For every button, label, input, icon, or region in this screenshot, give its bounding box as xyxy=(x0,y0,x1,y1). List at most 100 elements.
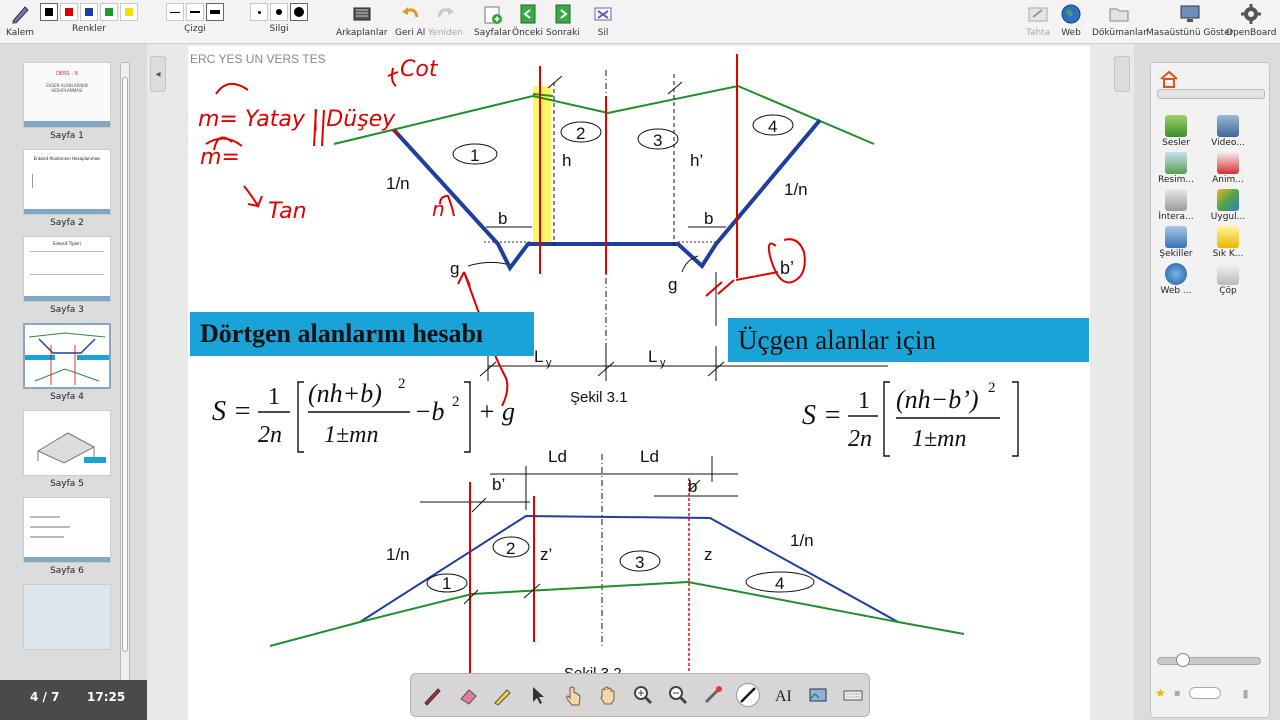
page-thumbnail-1[interactable]: DERS - 8 EKSEN ALANLARININ HESAPLANMASI xyxy=(23,62,111,128)
page-thumbnail-7[interactable] xyxy=(23,584,111,650)
library-videos[interactable]: Video... xyxy=(1209,115,1247,148)
fig2-slope-right: 1/n xyxy=(790,531,814,550)
formula2-den: 2n xyxy=(848,426,872,452)
color-red-button[interactable] xyxy=(60,3,78,21)
line-tool-button[interactable] xyxy=(736,683,760,707)
thumbnail-size-slider[interactable] xyxy=(1157,653,1261,667)
laser-pointer-button[interactable] xyxy=(701,683,725,707)
text-icon: AI xyxy=(775,688,792,705)
formula2-num: 1 xyxy=(858,388,870,414)
text-tool-button[interactable]: AI xyxy=(771,683,795,707)
fig2-area-2: 2 xyxy=(506,539,515,558)
page-thumbnail-3[interactable]: Enkesit Tipleri xyxy=(23,236,111,302)
handwriting-m-equals: m= xyxy=(200,145,240,170)
undo-button[interactable]: Geri Al xyxy=(395,3,425,38)
library-favorites[interactable]: Sık K... xyxy=(1209,226,1247,259)
thumbnails-scrollbar[interactable] xyxy=(120,62,130,682)
fig1-g-left: g xyxy=(450,259,459,278)
pages-panel: DERS - 8 EKSEN ALANLARININ HESAPLANMASI … xyxy=(0,44,147,720)
pen-tool-button[interactable] xyxy=(421,683,445,707)
board-button[interactable]: Tahta xyxy=(1026,3,1050,38)
eraser-medium-button[interactable] xyxy=(270,3,288,21)
fig1-g-right: g xyxy=(668,275,677,294)
marker-tool-button[interactable] xyxy=(491,683,515,707)
previous-page-button[interactable]: Önceki xyxy=(512,3,543,38)
color-blue-button[interactable] xyxy=(80,3,98,21)
delete-button[interactable]: Sil xyxy=(592,3,614,38)
formula1-num: 1 xyxy=(268,384,280,410)
library-applications[interactable]: Uygul... xyxy=(1209,189,1247,222)
show-desktop-button[interactable]: Masaüstünü Göster xyxy=(1146,3,1233,38)
triangle-areas-title: Üçgen alanlar için xyxy=(728,318,1089,362)
eraser-large-button[interactable] xyxy=(290,3,308,21)
page-thumbnails: DERS - 8 EKSEN ALANLARININ HESAPLANMASI … xyxy=(17,62,117,720)
line-label: Çizgi xyxy=(184,24,206,34)
undo-label: Geri Al xyxy=(395,28,426,38)
hand-tool-button[interactable] xyxy=(596,683,620,707)
collapse-left-panel-button[interactable]: ◂ xyxy=(150,56,166,92)
next-page-icon xyxy=(552,3,574,25)
color-black-button[interactable] xyxy=(40,3,58,21)
eraser-icon xyxy=(460,689,477,705)
zoom-in-button[interactable] xyxy=(631,683,655,707)
openboard-menu-button[interactable]: OpenBoard xyxy=(1226,3,1277,38)
redo-icon xyxy=(435,3,457,25)
web-button[interactable]: Web xyxy=(1060,3,1082,38)
handwriting-cot: Cot xyxy=(400,57,439,82)
virtual-keyboard-button[interactable] xyxy=(841,683,865,707)
capture-tool-button[interactable] xyxy=(806,683,830,707)
formula1-power: 2 xyxy=(398,376,406,392)
board-canvas[interactable]: ERC YES UN VERS TES 1 2 3 4 1/n 1/n b b … xyxy=(188,46,1090,720)
selector-tool-button[interactable] xyxy=(526,683,550,707)
library-animations[interactable]: Anim... xyxy=(1209,152,1247,185)
library-search-input[interactable] xyxy=(1188,687,1221,699)
pages-button[interactable]: Sayfalar xyxy=(474,3,511,38)
slider-knob[interactable] xyxy=(1176,653,1190,667)
library-scrollbar[interactable] xyxy=(1157,89,1265,99)
pen-tool[interactable]: Kalem xyxy=(6,3,34,38)
line-medium-button[interactable] xyxy=(186,3,204,21)
fig1-area-1: 1 xyxy=(470,146,479,165)
interact-tool-button[interactable] xyxy=(561,683,585,707)
fig1-ly-right-sub: y xyxy=(660,357,666,369)
library-sounds[interactable]: Sesler xyxy=(1157,115,1195,148)
eraser-small-button[interactable] xyxy=(250,3,268,21)
new-folder-icon[interactable]: ▪ xyxy=(1174,688,1181,699)
documents-button[interactable]: Dökümanlar xyxy=(1092,3,1147,38)
zoom-out-button[interactable] xyxy=(666,683,690,707)
formula2-power: 2 xyxy=(988,380,996,396)
color-green-button[interactable] xyxy=(100,3,118,21)
library-shapes[interactable]: Şekiller xyxy=(1157,226,1195,259)
page-thumbnail-5[interactable] xyxy=(23,410,111,476)
line-thick-button[interactable] xyxy=(206,3,224,21)
fig2-z: z xyxy=(704,545,713,564)
thumbnails-scrollbar-thumb[interactable] xyxy=(122,77,128,652)
sounds-icon xyxy=(1165,115,1187,137)
collapse-right-panel-button[interactable] xyxy=(1114,56,1130,92)
formula2-inner-den: 1±mn xyxy=(912,426,967,452)
page-label-1: Sayfa 1 xyxy=(50,131,84,141)
page-thumbnail-4[interactable] xyxy=(23,323,111,389)
line-thin-button[interactable] xyxy=(166,3,184,21)
library-images[interactable]: Resim... xyxy=(1157,152,1195,185)
fig1-area-2: 2 xyxy=(576,124,585,143)
next-page-button[interactable]: Sonraki xyxy=(546,3,580,38)
undo-icon xyxy=(399,3,421,25)
handwriting-n: n xyxy=(432,197,445,221)
library-interactive[interactable]: İntera... xyxy=(1157,189,1195,222)
page-thumbnail-2[interactable]: Enkesit Alanlarının Hesaplanması xyxy=(23,149,111,215)
backgrounds-button[interactable]: Arkaplanlar xyxy=(336,3,388,38)
fig2-area-1: 1 xyxy=(442,574,451,593)
interactive-icon xyxy=(1165,189,1187,211)
color-yellow-button[interactable] xyxy=(120,3,138,21)
library-web[interactable]: Web ... xyxy=(1157,263,1195,296)
favorite-star-icon[interactable]: ★ xyxy=(1155,686,1166,700)
eraser-tool-button[interactable] xyxy=(456,683,480,707)
page-thumbnail-6[interactable] xyxy=(23,497,111,563)
redo-button[interactable]: Yeniden xyxy=(428,3,463,38)
home-icon[interactable] xyxy=(1159,69,1179,89)
delete-item-icon[interactable]: ▮ xyxy=(1243,687,1249,700)
colors-label: Renkler xyxy=(71,24,107,34)
favorites-icon xyxy=(1217,226,1239,248)
library-trash[interactable]: Çöp xyxy=(1209,263,1247,296)
